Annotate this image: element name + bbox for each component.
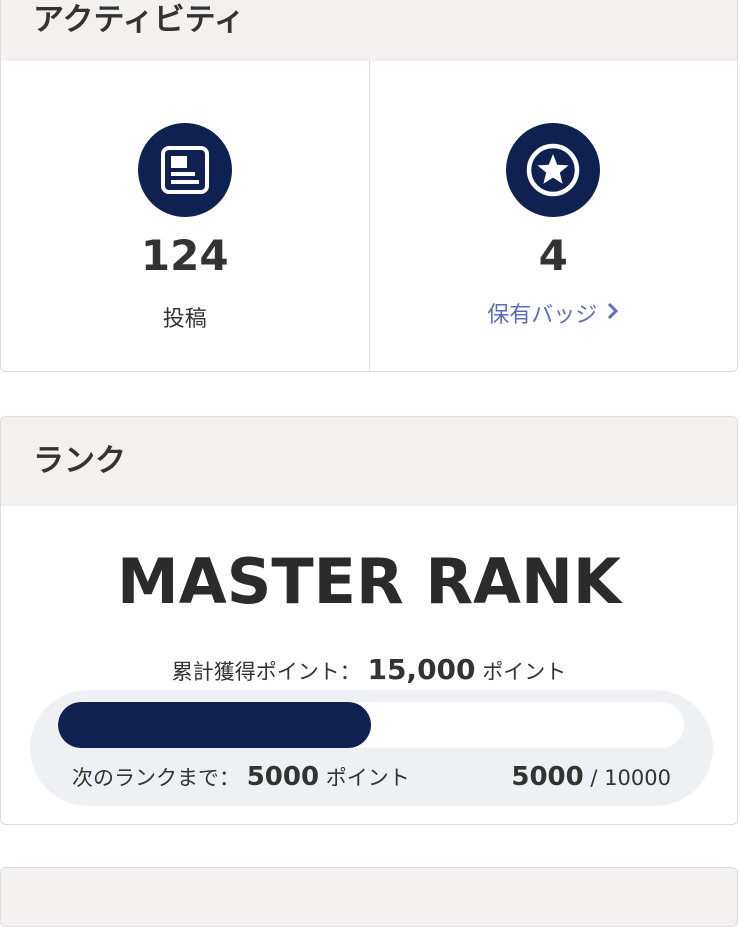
activity-body: 124 投稿 4 保有バッジ [1,61,738,371]
document-icon [137,123,232,217]
progress-fill [58,702,371,748]
next-rank-prefix: 次のランクまで： [72,766,240,790]
chevron-right-icon [607,301,619,326]
progress-track [58,702,684,748]
rank-header: ランク [1,417,737,506]
posts-stat[interactable]: 124 投稿 [1,61,369,371]
progress-current: 5000 [511,762,584,792]
total-points-suffix: ポイント [482,660,567,684]
badges-stat: 4 保有バッジ [368,61,738,371]
activity-header: アクティビティ [1,0,737,61]
badges-link[interactable]: 保有バッジ [370,297,738,329]
badges-count: 4 [538,231,568,280]
progress-target: 10000 [604,766,671,790]
next-card [0,867,738,927]
total-points: 累計獲得ポイント： 15,000 ポイント [1,653,737,686]
progress-separator: / [590,766,598,790]
progress-panel: 次のランクまで： 5000 ポイント 5000 / 10000 [30,690,713,806]
posts-count: 124 [140,231,229,280]
next-rank-suffix: ポイント [325,766,410,790]
rank-card: ランク MASTER RANK 累計獲得ポイント： 15,000 ポイント 次の… [0,416,738,825]
progress-ratio: 5000 / 10000 [511,762,671,792]
next-rank-info: 次のランクまで： 5000 ポイント [72,762,410,792]
activity-card: アクティビティ 124 投稿 4 保有バッジ [0,0,738,372]
rank-name: MASTER RANK [117,545,621,618]
next-rank-value: 5000 [246,762,320,792]
badges-link-label: 保有バッジ [487,303,598,328]
next-card-header [1,868,737,926]
star-badge-icon [506,123,601,217]
posts-label: 投稿 [162,307,207,332]
total-points-prefix: 累計獲得ポイント： [171,660,361,684]
total-points-value: 15,000 [367,653,476,686]
